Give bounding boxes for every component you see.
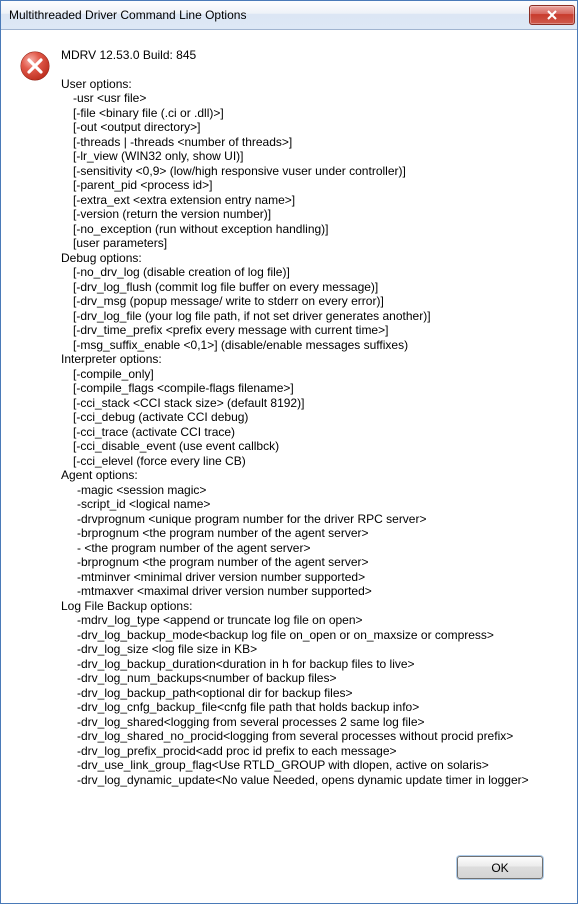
opt-line: -mtminver <minimal driver version number… [61, 570, 559, 585]
opt-line: [-cci_debug (activate CCI debug) [61, 410, 559, 425]
opt-line: [-drv_log_file (your log file path, if n… [61, 309, 559, 324]
opt-line: -brprognum <the program number of the ag… [61, 526, 559, 541]
titlebar: Multithreaded Driver Command Line Option… [1, 1, 577, 30]
opt-line: -drv_log_cnfg_backup_file<cnfg file path… [61, 700, 559, 715]
opt-line: -magic <session magic> [61, 483, 559, 498]
message-text: MDRV 12.53.0 Build: 845 User options: -u… [61, 48, 559, 787]
opt-line: [-no_drv_log (disable creation of log fi… [61, 265, 559, 280]
error-icon [19, 50, 51, 82]
ok-button[interactable]: OK [457, 856, 543, 879]
opt-line: -drv_log_backup_duration<duration in h f… [61, 657, 559, 672]
footer: OK [19, 848, 559, 893]
opt-line: -usr <usr file> [61, 91, 559, 106]
opt-line: [-drv_time_prefix <prefix every message … [61, 323, 559, 338]
opt-line: -drv_log_prefix_procid<add proc id prefi… [61, 744, 559, 759]
window-title: Multithreaded Driver Command Line Option… [9, 8, 246, 22]
opt-line: -drvprognum <unique program number for t… [61, 512, 559, 527]
close-button[interactable] [529, 5, 575, 25]
section-header: Log File Backup options: [61, 599, 559, 614]
opt-line: [-cci_disable_event (use event callbck) [61, 439, 559, 454]
opt-line: [-threads | -threads <number of threads>… [61, 135, 559, 150]
opt-line: [-cci_trace (activate CCI trace) [61, 425, 559, 440]
heading-line: MDRV 12.53.0 Build: 845 [61, 48, 559, 63]
opt-line: -drv_log_backup_path<optional dir for ba… [61, 686, 559, 701]
opt-line: -drv_log_size <log file size in KB> [61, 642, 559, 657]
opt-line: [user parameters] [61, 236, 559, 251]
opt-line: [-parent_pid <process id>] [61, 178, 559, 193]
opt-line: - <the program number of the agent serve… [61, 541, 559, 556]
section-header: User options: [61, 77, 559, 92]
content-row: MDRV 12.53.0 Build: 845 User options: -u… [19, 48, 559, 848]
opt-line: [-version (return the version number)] [61, 207, 559, 222]
opt-line: [-cci_stack <CCI stack size> (default 81… [61, 396, 559, 411]
opt-line: [-cci_elevel (force every line CB) [61, 454, 559, 469]
opt-line: -script_id <logical name> [61, 497, 559, 512]
opt-line: [-extra_ext <extra extension entry name>… [61, 193, 559, 208]
opt-line: [-file <binary file (.ci or .dll)>] [61, 106, 559, 121]
opt-line: [-no_exception (run without exception ha… [61, 222, 559, 237]
opt-line: -brprognum <the program number of the ag… [61, 555, 559, 570]
opt-line: [-msg_suffix_enable <0,1>] (disable/enab… [61, 338, 559, 353]
opt-line: [-lr_view (WIN32 only, show UI)] [61, 149, 559, 164]
opt-line: -drv_log_dynamic_update<No value Needed,… [61, 773, 559, 788]
section-header: Interpreter options: [61, 352, 559, 367]
section-header: Agent options: [61, 468, 559, 483]
opt-line: [-sensitivity <0,9> (low/high responsive… [61, 164, 559, 179]
opt-line: -drv_log_shared_no_procid<logging from s… [61, 729, 559, 744]
opt-line: -drv_log_shared<logging from several pro… [61, 715, 559, 730]
opt-line: -drv_log_num_backups<number of backup fi… [61, 671, 559, 686]
opt-line: [-compile_flags <compile-flags filename>… [61, 381, 559, 396]
opt-line: -drv_log_backup_mode<backup log file on_… [61, 628, 559, 643]
opt-line: [-out <output directory>] [61, 120, 559, 135]
opt-line: [-drv_log_flush (commit log file buffer … [61, 280, 559, 295]
opt-line: [-drv_msg (popup message/ write to stder… [61, 294, 559, 309]
opt-line: -mtmaxver <maximal driver version number… [61, 584, 559, 599]
dialog-window: Multithreaded Driver Command Line Option… [0, 0, 578, 904]
opt-line: -mdrv_log_type <append or truncate log f… [61, 613, 559, 628]
close-icon [547, 10, 557, 20]
section-header: Debug options: [61, 251, 559, 266]
client-area: MDRV 12.53.0 Build: 845 User options: -u… [1, 30, 577, 903]
opt-line: -drv_use_link_group_flag<Use RTLD_GROUP … [61, 758, 559, 773]
opt-line: [-compile_only] [61, 367, 559, 382]
